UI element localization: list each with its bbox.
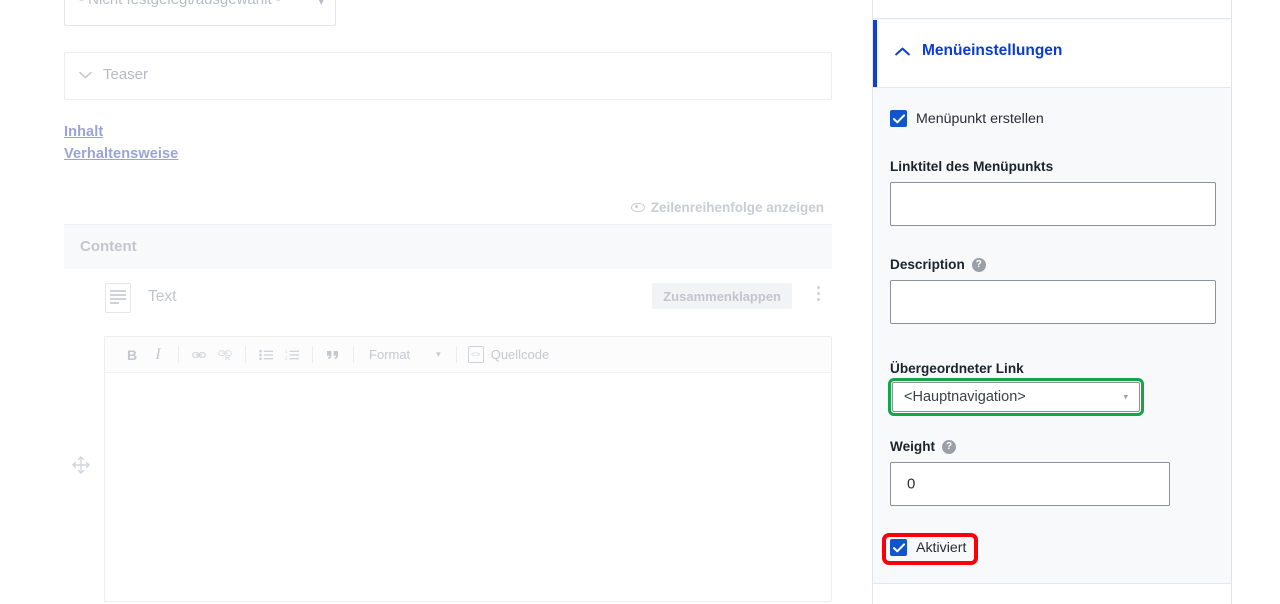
checkbox-checked-icon[interactable] bbox=[890, 539, 907, 556]
chevron-down-icon: ▾ bbox=[317, 0, 325, 9]
toolbar-divider bbox=[455, 346, 457, 363]
paragraph-item-header: Text Zusammenklappen bbox=[64, 280, 832, 320]
help-icon[interactable]: ? bbox=[971, 257, 986, 272]
status-select-value: - Nicht festgelegt/ausgewählt - bbox=[79, 0, 281, 8]
description-label-text: Description bbox=[890, 257, 965, 272]
toolbar-divider bbox=[178, 346, 179, 363]
eye-icon bbox=[630, 203, 645, 212]
teaser-details[interactable]: Teaser bbox=[64, 52, 832, 100]
menu-settings-summary[interactable]: Menüeinstellungen bbox=[895, 42, 1062, 60]
svg-text:1: 1 bbox=[285, 349, 288, 354]
source-code-icon: <> bbox=[467, 346, 484, 363]
weight-value: 0 bbox=[907, 475, 916, 493]
source-button[interactable]: <> Quellcode bbox=[464, 346, 550, 363]
chevron-down-icon: ▾ bbox=[436, 349, 441, 359]
enabled-label: Aktiviert bbox=[916, 539, 967, 556]
bulleted-list-icon[interactable] bbox=[253, 343, 279, 367]
toolbar-divider bbox=[245, 346, 246, 363]
unlink-icon[interactable] bbox=[212, 343, 238, 367]
chevron-down-icon: ▾ bbox=[1123, 391, 1128, 402]
menu-settings-body: Menüpunkt erstellen Linktitel des Menüpu… bbox=[873, 89, 1231, 582]
menu-settings-title: Menüeinstellungen bbox=[922, 42, 1063, 59]
content-field-header: Content bbox=[64, 224, 832, 269]
checkbox-checked-icon[interactable] bbox=[890, 110, 907, 127]
toolbar-divider bbox=[312, 346, 313, 363]
blockquote-icon[interactable] bbox=[320, 343, 346, 367]
editor-toolbar: B I 12 Format ▾ <> Quellcode bbox=[105, 337, 831, 373]
create-menu-link-label: Menüpunkt erstellen bbox=[916, 110, 1044, 127]
chevron-down-icon bbox=[79, 67, 92, 82]
content-field-label: Content bbox=[80, 238, 137, 255]
weight-input[interactable]: 0 bbox=[890, 462, 1170, 506]
weight-label: Weight ? bbox=[890, 439, 957, 454]
kebab-menu-icon[interactable] bbox=[817, 286, 821, 304]
description-label: Description ? bbox=[890, 257, 986, 272]
previous-section-card bbox=[873, 0, 1231, 19]
text-paragraph-icon bbox=[105, 283, 131, 313]
paragraph-type-label: Text bbox=[148, 288, 177, 305]
rich-text-editor: B I 12 Format ▾ <> Quellcode bbox=[104, 336, 832, 602]
vertical-tab-verhaltensweise[interactable]: Verhaltensweise bbox=[64, 146, 178, 162]
teaser-summary[interactable]: Teaser bbox=[79, 66, 148, 83]
enabled-checkbox-row[interactable]: Aktiviert bbox=[890, 539, 966, 556]
description-input[interactable] bbox=[890, 280, 1216, 324]
editor-body[interactable] bbox=[105, 373, 831, 601]
status-select[interactable]: - Nicht festgelegt/ausgewählt - ▾ bbox=[64, 0, 336, 26]
collapse-button[interactable]: Zusammenklappen bbox=[652, 283, 792, 309]
parent-link-label-text: Übergeordneter Link bbox=[890, 361, 1024, 376]
vertical-tabs: Inhalt Verhaltensweise bbox=[64, 124, 178, 168]
italic-button[interactable]: I bbox=[145, 343, 171, 367]
screen-root: - Nicht festgelegt/ausgewählt - ▾ Teaser… bbox=[0, 0, 1280, 604]
show-row-weights-label: Zeilenreihenfolge anzeigen bbox=[650, 200, 824, 215]
menu-link-title-input[interactable] bbox=[890, 182, 1216, 226]
toolbar-divider bbox=[353, 346, 354, 363]
weight-label-text: Weight bbox=[890, 439, 936, 454]
parent-link-value: <Hauptnavigation> bbox=[904, 389, 1026, 405]
active-section-accent-bar bbox=[873, 20, 877, 87]
format-dropdown-label: Format bbox=[369, 347, 411, 362]
vertical-tab-inhalt[interactable]: Inhalt bbox=[64, 124, 178, 140]
parent-link-label: Übergeordneter Link bbox=[890, 361, 1024, 376]
help-icon[interactable]: ? bbox=[942, 439, 957, 454]
menu-link-title-label: Linktitel des Menüpunkts bbox=[890, 159, 1053, 174]
menu-settings-header[interactable]: Menüeinstellungen bbox=[873, 20, 1231, 88]
source-button-label: Quellcode bbox=[490, 347, 550, 362]
next-section-card bbox=[873, 583, 1231, 604]
parent-link-select[interactable]: <Hauptnavigation> ▾ bbox=[892, 382, 1140, 412]
move-handle-icon[interactable] bbox=[70, 454, 92, 476]
settings-sidebar: Menüeinstellungen Menüpunkt erstellen Li… bbox=[872, 0, 1232, 604]
format-dropdown[interactable]: Format ▾ bbox=[361, 343, 449, 367]
show-row-weights-toggle[interactable]: Zeilenreihenfolge anzeigen bbox=[630, 200, 824, 215]
create-menu-link-checkbox-row[interactable]: Menüpunkt erstellen bbox=[890, 110, 1044, 127]
chevron-up-icon bbox=[895, 44, 910, 59]
menu-link-title-label-text: Linktitel des Menüpunkts bbox=[890, 159, 1054, 174]
main-content-area: - Nicht festgelegt/ausgewählt - ▾ Teaser… bbox=[0, 0, 860, 604]
svg-text:2: 2 bbox=[285, 355, 288, 360]
link-icon[interactable] bbox=[186, 343, 212, 367]
teaser-label: Teaser bbox=[103, 66, 149, 83]
numbered-list-icon[interactable]: 12 bbox=[279, 343, 305, 367]
bold-button[interactable]: B bbox=[119, 343, 145, 367]
